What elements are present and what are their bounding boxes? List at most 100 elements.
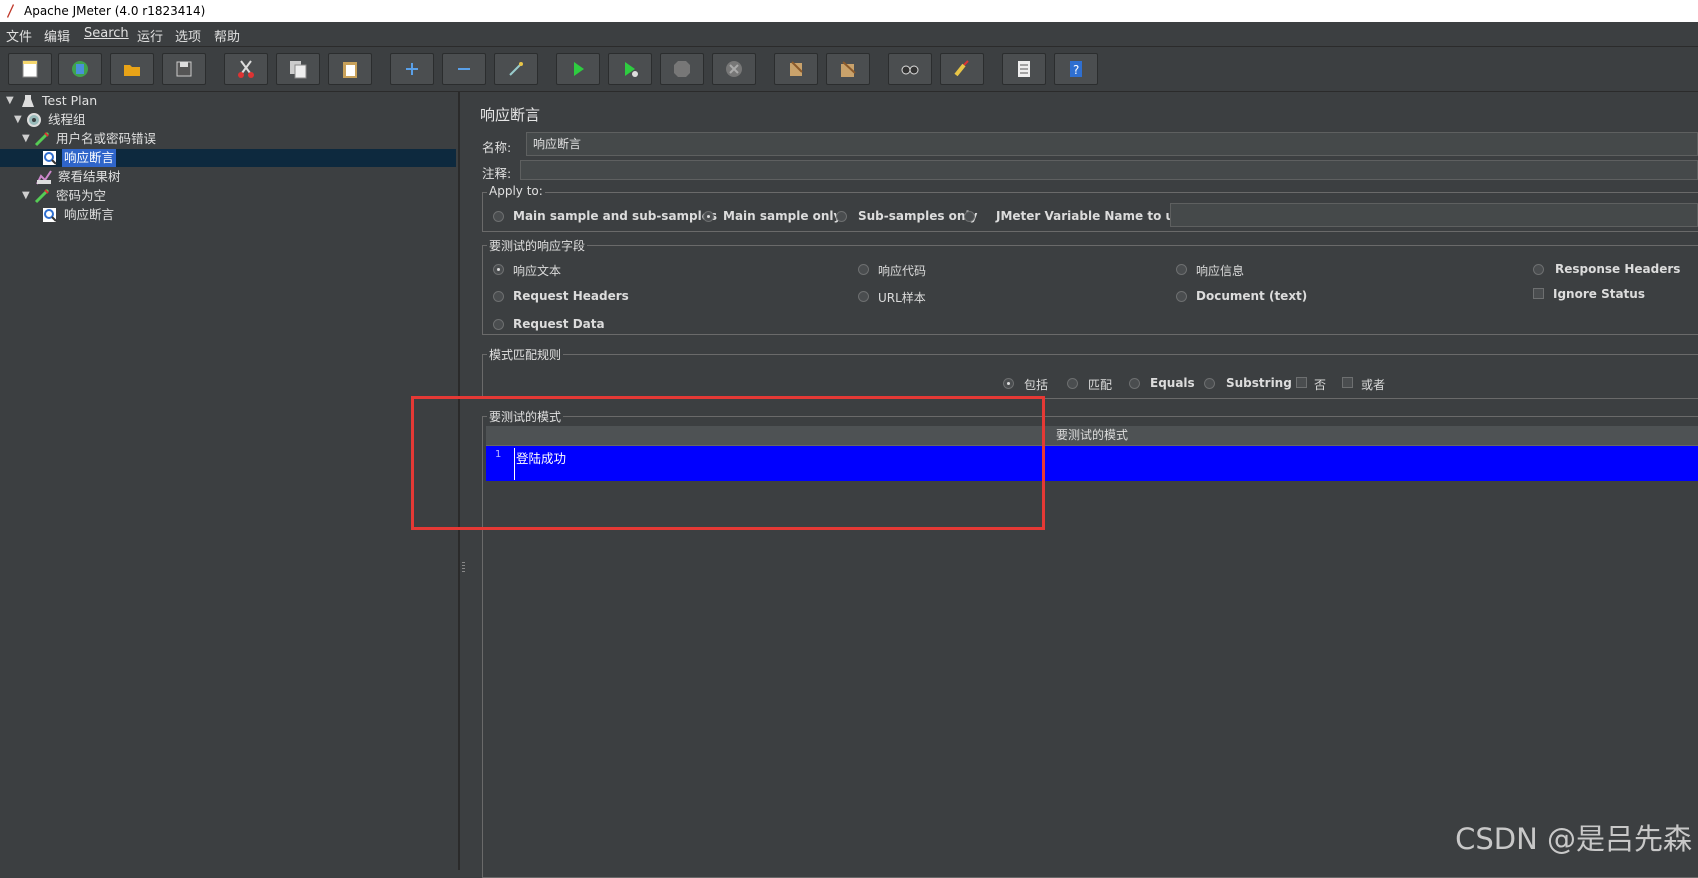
variable-name-field[interactable] — [1170, 203, 1698, 227]
test-plan-tree: ▼ Test Plan ▼ 线程组 ▼ 用户名或密码错误 响应断言 察看结果树 … — [0, 92, 459, 870]
match-contains-label: 包括 — [1024, 378, 1049, 392]
paste-icon — [343, 62, 357, 78]
assertion-icon — [43, 208, 57, 222]
menu-edit[interactable]: 编辑 — [44, 26, 70, 45]
tree-item-label: 线程组 — [48, 112, 86, 127]
toggle-button[interactable] — [494, 53, 538, 85]
response-field-group: 要测试的响应字段 — [482, 237, 1698, 335]
open-button[interactable] — [110, 53, 154, 85]
match-equals-radio[interactable] — [1129, 378, 1140, 389]
jmeter-feather-icon — [7, 4, 14, 18]
window-title: Apache JMeter (4.0 r1823414) — [24, 4, 206, 18]
thread-group-icon — [27, 113, 41, 127]
menu-help[interactable]: 帮助 — [214, 26, 240, 45]
menu-file[interactable]: 文件 — [6, 26, 32, 45]
field-document-radio[interactable] — [1176, 291, 1187, 302]
match-substring-label: Substring — [1226, 376, 1292, 390]
menu-run[interactable]: 运行 — [137, 26, 163, 45]
search-button[interactable] — [888, 53, 932, 85]
tree-item-label: 响应断言 — [64, 207, 115, 222]
paste-button[interactable] — [328, 53, 372, 85]
apply-sub-only-label: Sub-samples only — [858, 209, 978, 223]
menu-search[interactable]: Search — [84, 26, 129, 41]
shutdown-button — [712, 53, 756, 85]
or-checkbox[interactable] — [1342, 377, 1353, 388]
clear-button[interactable] — [774, 53, 818, 85]
match-substring-radio[interactable] — [1204, 378, 1215, 389]
tree-item-label: 用户名或密码错误 — [56, 131, 157, 146]
matching-rules-title: 模式匹配规则 — [487, 346, 564, 363]
field-request-data-radio[interactable] — [493, 319, 504, 330]
match-matches-radio[interactable] — [1067, 378, 1078, 389]
expand-toggle-icon[interactable]: ▼ — [6, 92, 14, 110]
copy-button[interactable] — [276, 53, 320, 85]
field-response-message-label: 响应信息 — [1196, 264, 1245, 278]
expand-icon — [406, 63, 418, 75]
apply-sub-only-radio[interactable] — [836, 211, 847, 222]
field-url-radio[interactable] — [858, 291, 869, 302]
watermark: CSDN @是吕先森 — [1455, 822, 1692, 856]
collapse-button[interactable] — [442, 53, 486, 85]
menu-options[interactable]: 选项 — [175, 26, 201, 45]
collapse-icon — [458, 68, 470, 70]
menu-bar: 文件 编辑 Search 运行 选项 帮助 — [0, 22, 1698, 47]
response-field-title: 要测试的响应字段 — [487, 237, 588, 254]
window-titlebar: Apache JMeter (4.0 r1823414) — [0, 0, 1698, 22]
expand-toggle-icon[interactable]: ▼ — [14, 111, 22, 129]
cut-button[interactable] — [224, 53, 268, 85]
field-response-message-radio[interactable] — [1176, 264, 1187, 275]
clear-all-button[interactable] — [826, 53, 870, 85]
apply-variable-radio[interactable] — [964, 211, 975, 222]
tree-item-label: 响应断言 — [62, 149, 117, 167]
match-matches-label: 匹配 — [1088, 378, 1113, 392]
help-button[interactable]: ? — [1054, 53, 1098, 85]
toolbar: ? — [0, 47, 1698, 92]
field-response-headers-radio[interactable] — [1533, 264, 1544, 275]
sampler-icon — [34, 131, 50, 147]
field-response-headers-label: Response Headers — [1555, 262, 1681, 276]
ignore-status-checkbox[interactable] — [1533, 288, 1544, 299]
field-request-headers-radio[interactable] — [493, 291, 504, 302]
start-button[interactable] — [556, 53, 600, 85]
new-icon — [22, 60, 38, 78]
toggle-icon — [509, 62, 523, 76]
apply-main-and-sub-radio[interactable] — [493, 211, 504, 222]
clear-all-icon — [841, 61, 856, 77]
assertion-icon — [43, 151, 57, 165]
tree-item-label: Test Plan — [42, 93, 98, 108]
reset-search-icon — [954, 60, 969, 77]
match-contains-radio[interactable] — [1003, 378, 1014, 389]
field-response-text-label: 响应文本 — [513, 264, 562, 278]
templates-button[interactable] — [58, 53, 102, 85]
page-title: 响应断言 — [480, 106, 541, 124]
function-helper-button[interactable] — [1002, 53, 1046, 85]
not-label: 否 — [1314, 378, 1327, 392]
open-icon — [124, 65, 140, 76]
expand-toggle-icon[interactable]: ▼ — [22, 187, 30, 205]
help-icon: ? — [1070, 61, 1082, 77]
field-response-code-radio[interactable] — [858, 264, 869, 275]
field-response-code-label: 响应代码 — [878, 264, 927, 278]
start-icon — [574, 62, 584, 76]
comment-field[interactable] — [520, 160, 1698, 180]
cut-icon — [238, 60, 254, 78]
apply-main-only-radio[interactable] — [703, 211, 714, 222]
templates-icon — [72, 61, 88, 77]
start-no-pauses-button[interactable] — [608, 53, 652, 85]
tree-item-label: 察看结果树 — [58, 169, 121, 184]
comment-label: 注释: — [482, 166, 512, 181]
function-helper-icon — [1018, 61, 1030, 77]
ignore-status-label: Ignore Status — [1553, 287, 1645, 301]
expand-button[interactable] — [390, 53, 434, 85]
save-icon — [176, 61, 192, 77]
save-button[interactable] — [162, 53, 206, 85]
not-checkbox[interactable] — [1296, 377, 1307, 388]
field-url-label: URL样本 — [878, 291, 926, 305]
field-response-text-radio[interactable] — [493, 264, 504, 275]
reset-search-button[interactable] — [940, 53, 984, 85]
expand-toggle-icon[interactable]: ▼ — [22, 130, 30, 148]
name-field[interactable]: 响应断言 — [526, 132, 1698, 156]
clear-icon — [790, 61, 803, 76]
apply-to-title: Apply to: — [487, 184, 545, 198]
new-button[interactable] — [8, 53, 52, 85]
